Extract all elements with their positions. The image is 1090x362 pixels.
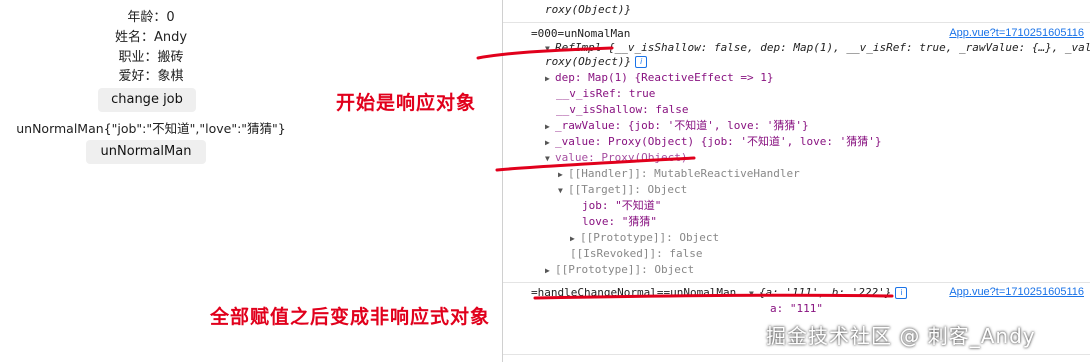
underline-refimpl bbox=[476, 46, 614, 60]
underline-value bbox=[495, 156, 696, 172]
annotation-underlines bbox=[476, 46, 894, 300]
underline-handlechange bbox=[533, 293, 894, 300]
watermark: 掘金技术社区 @ 刺客_Andy bbox=[766, 324, 1036, 348]
